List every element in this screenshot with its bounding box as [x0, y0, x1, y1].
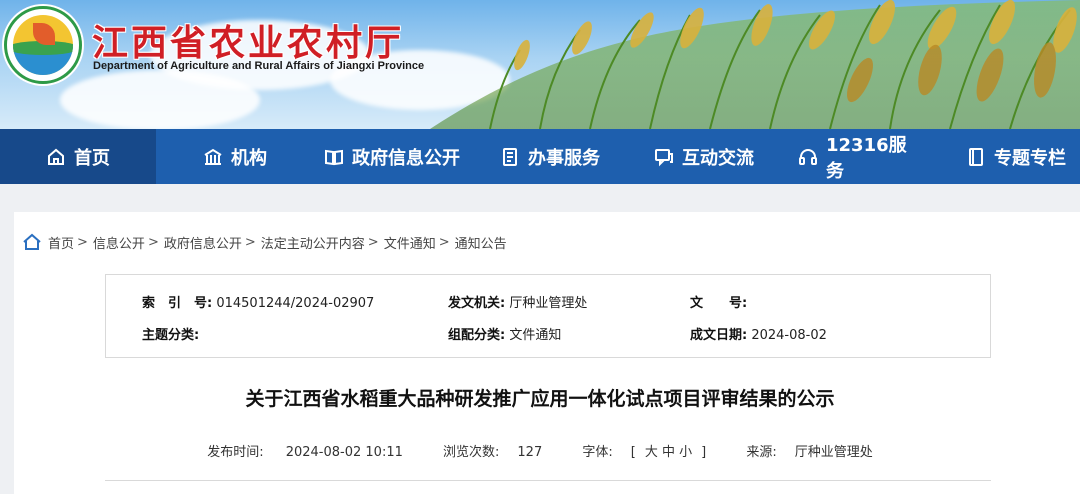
- meta-index: 索 引 号: 014501244/2024-02907: [142, 296, 375, 311]
- divider: [105, 480, 991, 481]
- breadcrumb-separator: >: [244, 234, 256, 250]
- headset-icon: [798, 147, 818, 167]
- font-small-button[interactable]: 小: [679, 445, 692, 460]
- building-icon: [203, 147, 223, 167]
- breadcrumb-link[interactable]: 通知公告: [455, 233, 507, 252]
- nav-item-gov-info[interactable]: 政府信息公开: [312, 129, 472, 184]
- breadcrumb-separator: >: [77, 234, 88, 250]
- font-medium-button[interactable]: 中: [662, 445, 675, 460]
- breadcrumb-link[interactable]: 文件通知: [384, 233, 436, 252]
- chat-icon: [654, 147, 674, 167]
- header-banner: 江西省农业农村厅 Department of Agriculture and R…: [0, 0, 1080, 129]
- view-count: 浏览次数: 127: [443, 445, 543, 460]
- font-large-button[interactable]: 大: [645, 445, 658, 460]
- meta-category: 组配分类: 文件通知: [448, 328, 562, 343]
- meta-issuer-value: 厅种业管理处: [509, 296, 588, 311]
- article-title: 关于江西省水稻重大品种研发推广应用一体化试点项目评审结果的公示: [245, 388, 835, 410]
- site-subtitle: Department of Agriculture and Rural Affa…: [93, 60, 425, 72]
- breadcrumb-link[interactable]: 政府信息公开: [164, 233, 242, 252]
- home-icon: [46, 147, 66, 167]
- nav-label: 机构: [231, 147, 267, 169]
- breadcrumb-separator: >: [438, 234, 450, 250]
- nav-label: 专题专栏: [994, 147, 1066, 169]
- nav-label: 互动交流: [682, 147, 754, 169]
- logo: [4, 6, 82, 84]
- nav-label: 政府信息公开: [352, 147, 460, 169]
- document-metadata-table: 索 引 号: 014501244/2024-02907 发文机关: 厅种业管理处…: [105, 274, 991, 358]
- nav-item-topics[interactable]: 专题专栏: [958, 129, 1074, 184]
- font-size-control: 字体:[大 中 小]: [582, 445, 707, 460]
- nav-label: 办事服务: [528, 147, 600, 169]
- nav-item-services[interactable]: 办事服务: [490, 129, 610, 184]
- rice-field-image: [430, 0, 1080, 129]
- meta-index-value: 014501244/2024-02907: [216, 296, 375, 311]
- book-icon: [324, 147, 344, 167]
- breadcrumb-separator: >: [367, 234, 379, 250]
- meta-issuer: 发文机关: 厅种业管理处: [448, 296, 588, 311]
- site-title: 江西省农业农村厅: [92, 22, 405, 64]
- main-nav: 首页 机构 政府信息公开 办事服务 互动交流 12316服务 专题专栏: [0, 129, 1080, 184]
- nav-item-home[interactable]: 首页: [0, 129, 156, 184]
- breadcrumb-link[interactable]: 首页: [48, 233, 74, 252]
- nav-item-institutions[interactable]: 机构: [190, 129, 280, 184]
- nav-item-12316[interactable]: 12316服务: [798, 129, 924, 184]
- nav-label: 首页: [74, 147, 110, 169]
- cloud-decoration: [60, 70, 260, 129]
- breadcrumb-link[interactable]: 法定主动公开内容: [261, 233, 365, 252]
- meta-date-value: 2024-08-02: [751, 328, 827, 343]
- nav-item-interaction[interactable]: 互动交流: [644, 129, 764, 184]
- breadcrumb: 首页 > 信息公开 > 政府信息公开 > 法定主动公开内容 > 文件通知 > 通知公告: [22, 232, 507, 252]
- notebook-icon: [966, 147, 986, 167]
- document-icon: [500, 147, 520, 167]
- publish-time: 发布时间: 2024-08-02 10:11: [207, 445, 403, 460]
- content-card: 首页 > 信息公开 > 政府信息公开 > 法定主动公开内容 > 文件通知 > 通知公告 索…: [14, 212, 1080, 494]
- nav-label: 12316服务: [826, 134, 907, 182]
- meta-date: 成文日期: 2024-08-02: [690, 328, 827, 343]
- meta-category-value: 文件通知: [509, 328, 562, 343]
- article-source: 来源: 厅种业管理处: [746, 445, 873, 460]
- home-icon[interactable]: [22, 232, 42, 252]
- breadcrumb-link[interactable]: 信息公开: [93, 233, 145, 252]
- meta-docno: 文 号:: [690, 296, 748, 311]
- meta-topic: 主题分类:: [142, 328, 200, 343]
- article-info-bar: 发布时间: 2024-08-02 10:11 浏览次数: 127 字体:[大 中 …: [14, 441, 1066, 460]
- breadcrumb-separator: >: [147, 234, 159, 250]
